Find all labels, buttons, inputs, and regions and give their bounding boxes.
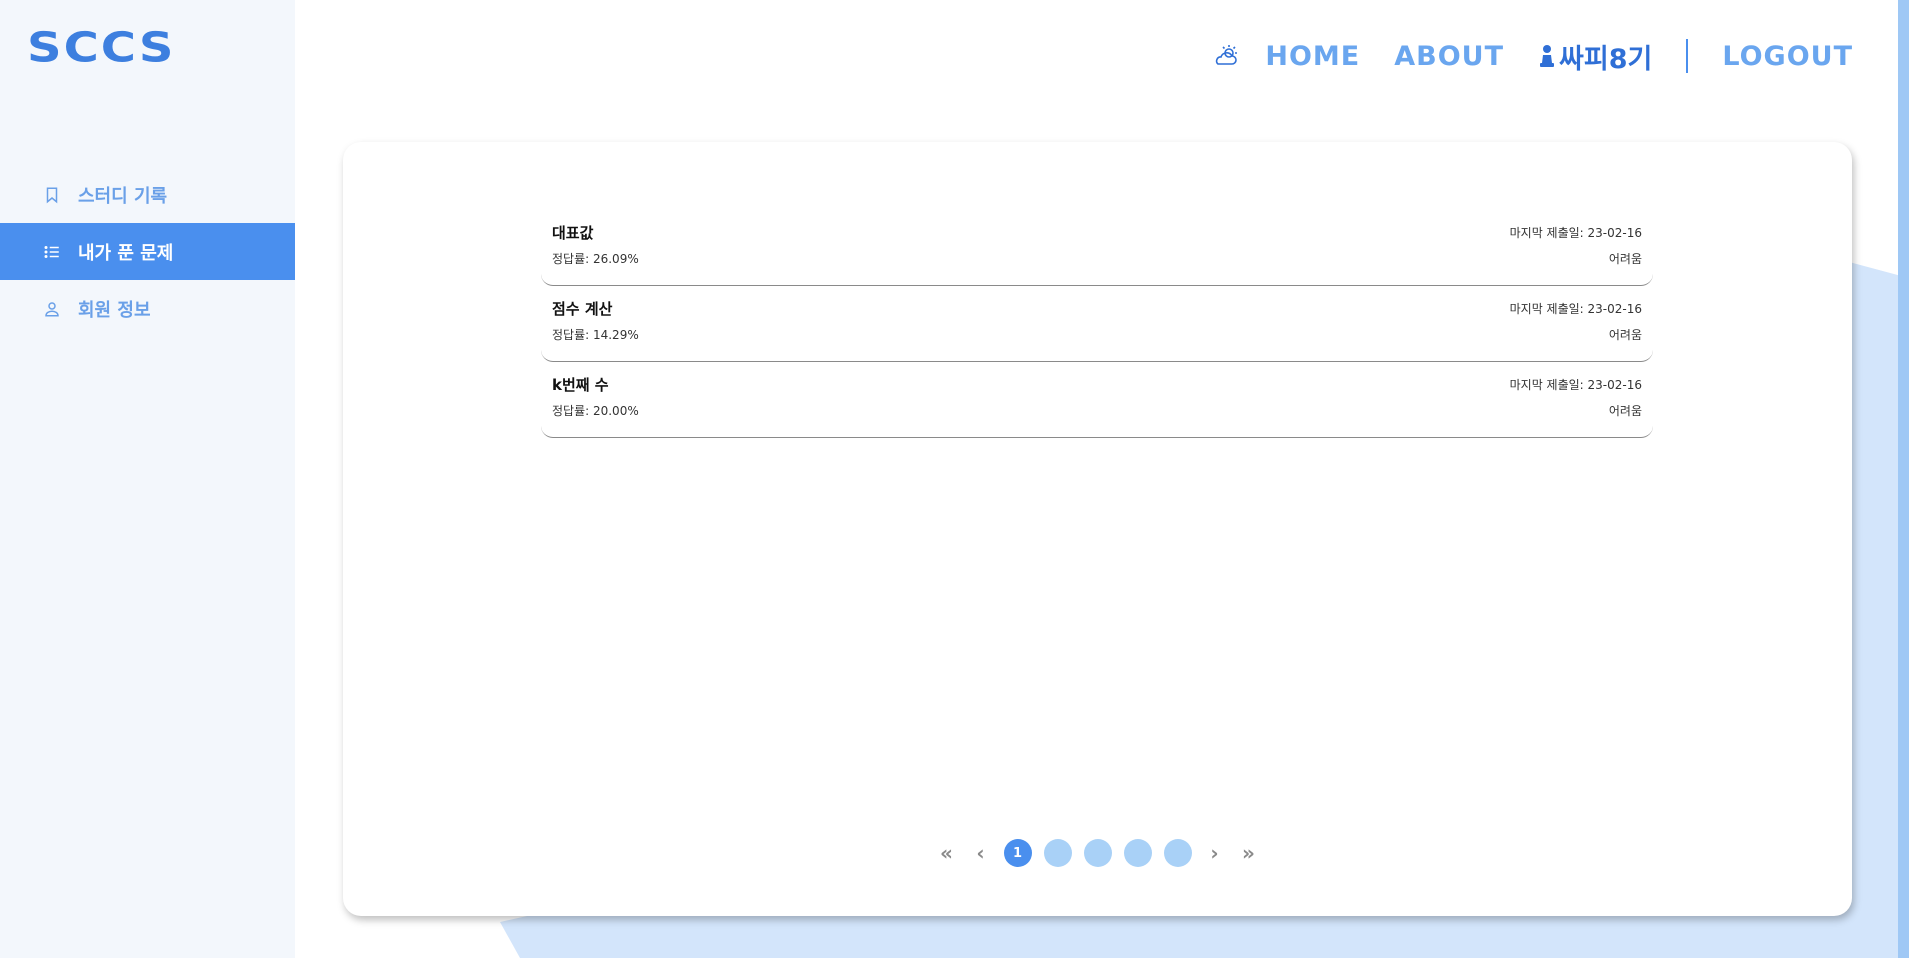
page: SCCS 스터디 기록 내가 푼 문제 회원 정보 HOME ABOUT 싸피8…	[0, 0, 1909, 958]
logout-link[interactable]: LOGOUT	[1722, 41, 1853, 72]
weather-icon[interactable]	[1211, 41, 1241, 71]
problem-title: 점수 계산	[552, 300, 613, 318]
page-button-5[interactable]	[1163, 839, 1192, 867]
first-page-button[interactable]: «	[936, 841, 958, 865]
nav-home-link[interactable]: HOME	[1265, 41, 1360, 72]
page-button-2[interactable]	[1043, 839, 1072, 867]
nav-divider	[1686, 39, 1689, 73]
sidebar-item-label: 회원 정보	[78, 299, 151, 321]
bookmark-icon	[42, 185, 62, 205]
nav-about-link[interactable]: ABOUT	[1394, 41, 1504, 72]
prev-page-button[interactable]: ‹	[970, 841, 992, 865]
last-page-button[interactable]: »	[1238, 841, 1260, 865]
chess-pawn-icon	[1540, 45, 1555, 67]
sidebar-item-solved-problems[interactable]: 내가 푼 문제	[0, 223, 295, 280]
team-name: 싸피8기	[1559, 43, 1653, 75]
sidebar-item-label: 스터디 기록	[78, 185, 168, 207]
problem-level: 어려움	[1608, 252, 1642, 266]
problem-list: 대표값 정답률: 26.09% 마지막 제출일: 23-02-16 어려움 점수…	[541, 210, 1653, 438]
logo[interactable]: SCCS	[27, 24, 175, 72]
list-icon	[42, 242, 62, 262]
sidebar: SCCS 스터디 기록 내가 푼 문제 회원 정보	[0, 0, 295, 958]
problem-date: 마지막 제출일: 23-02-16	[1509, 226, 1642, 240]
right-edge-bar	[1898, 0, 1909, 958]
sidebar-item-label: 내가 푼 문제	[78, 242, 174, 264]
problem-rate: 정답률: 14.29%	[552, 328, 639, 342]
sidebar-nav: 스터디 기록 내가 푼 문제 회원 정보	[0, 166, 295, 337]
list-item[interactable]: 점수 계산 정답률: 14.29% 마지막 제출일: 23-02-16 어려움	[541, 286, 1653, 362]
user-icon	[42, 299, 62, 319]
next-page-button[interactable]: ›	[1204, 841, 1226, 865]
sidebar-item-study-records[interactable]: 스터디 기록	[0, 166, 295, 223]
page-button-1[interactable]: 1	[1003, 839, 1032, 867]
problem-level: 어려움	[1608, 404, 1642, 418]
problem-date: 마지막 제출일: 23-02-16	[1509, 302, 1642, 316]
team-label[interactable]: 싸피8기	[1538, 37, 1652, 76]
problem-date: 마지막 제출일: 23-02-16	[1509, 378, 1642, 392]
problem-rate: 정답률: 20.00%	[552, 404, 639, 418]
problem-level: 어려움	[1608, 328, 1642, 342]
problem-rate: 정답률: 26.09%	[552, 252, 639, 266]
pagination: « ‹ 1 › »	[343, 839, 1852, 867]
problem-card: 대표값 정답률: 26.09% 마지막 제출일: 23-02-16 어려움 점수…	[343, 142, 1852, 916]
page-button-4[interactable]	[1123, 839, 1152, 867]
problem-title: k번째 수	[552, 376, 609, 394]
page-button-3[interactable]	[1083, 839, 1112, 867]
top-nav: HOME ABOUT 싸피8기 LOGOUT	[1211, 36, 1853, 76]
sidebar-item-member-info[interactable]: 회원 정보	[0, 280, 295, 337]
problem-title: 대표값	[552, 224, 594, 242]
list-item[interactable]: 대표값 정답률: 26.09% 마지막 제출일: 23-02-16 어려움	[541, 210, 1653, 286]
list-item[interactable]: k번째 수 정답률: 20.00% 마지막 제출일: 23-02-16 어려움	[541, 362, 1653, 438]
